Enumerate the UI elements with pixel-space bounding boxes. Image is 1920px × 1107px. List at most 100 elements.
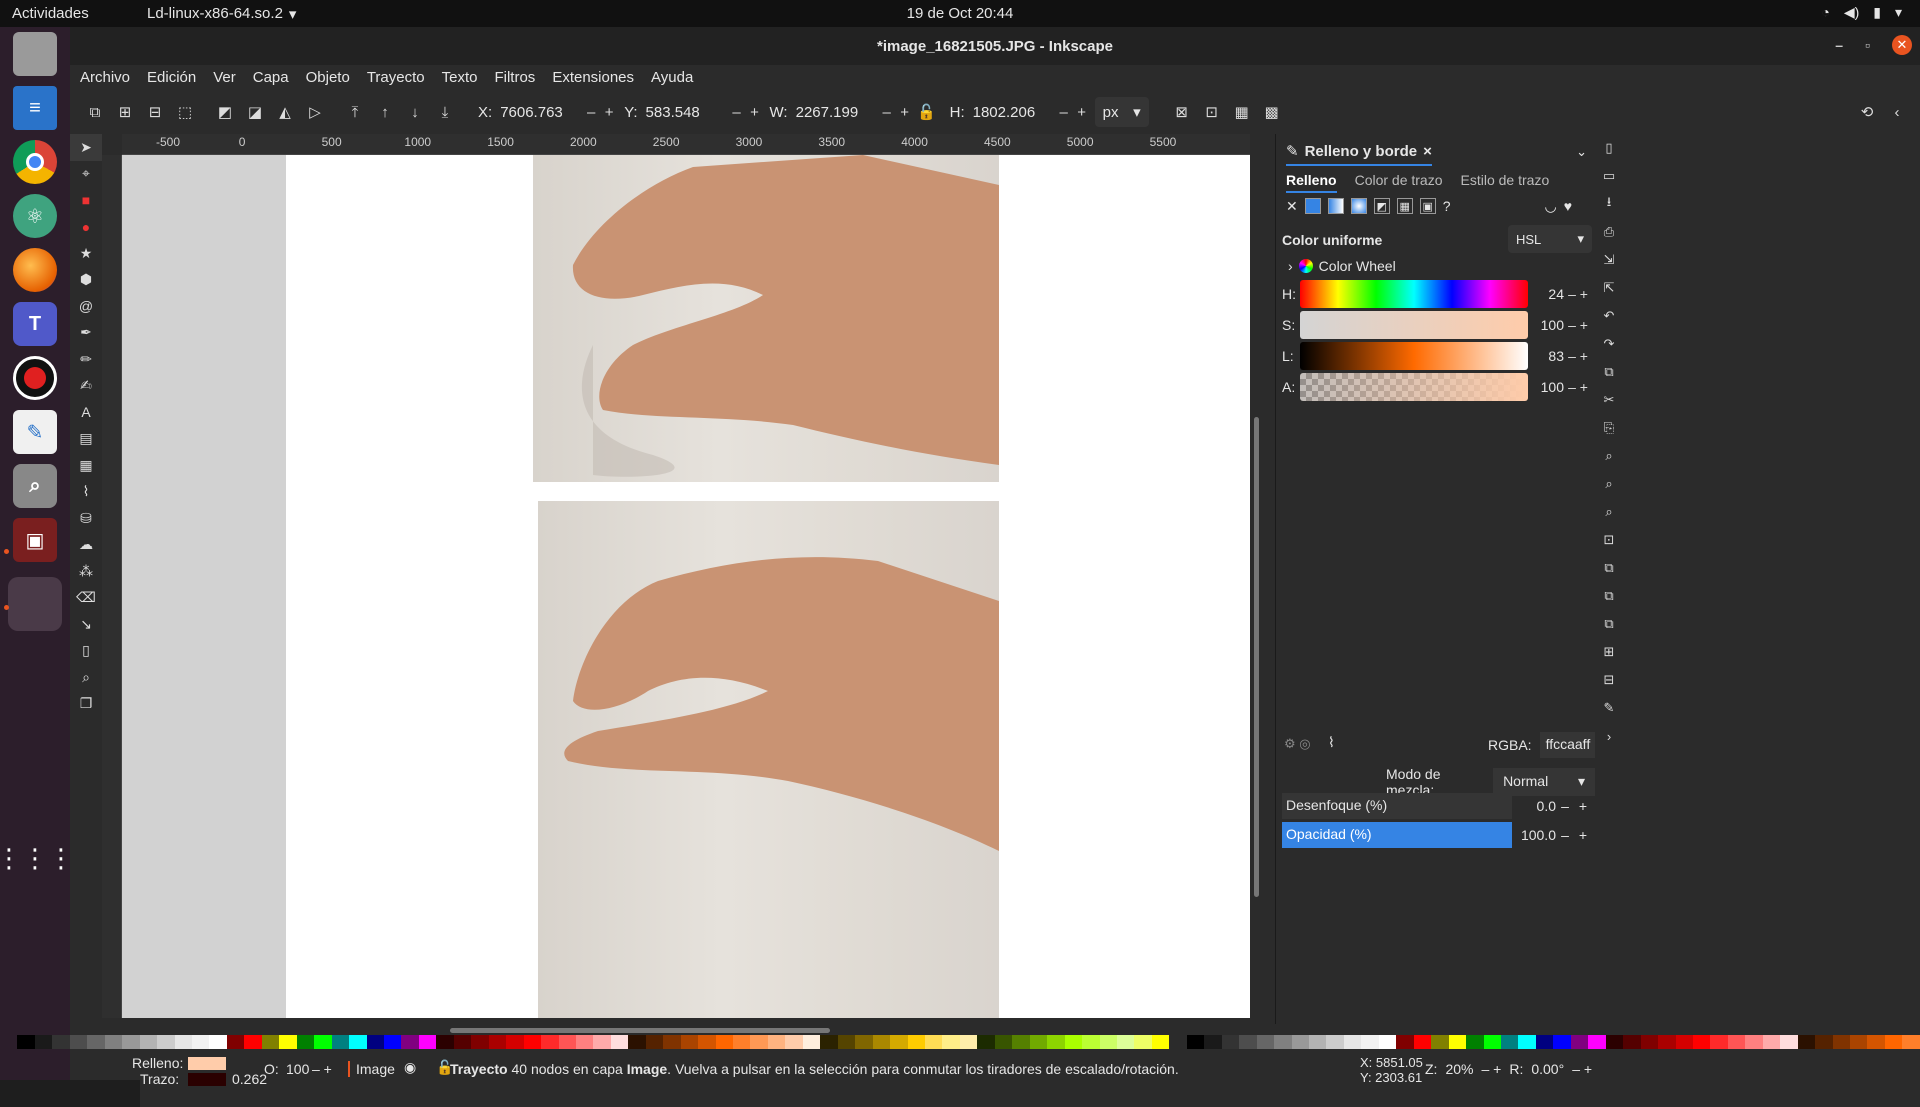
open-file-icon[interactable]: ▭ — [1595, 162, 1623, 190]
print-icon[interactable]: ⎙ — [1595, 218, 1623, 246]
zoom-drawing-icon[interactable]: ⌕ — [1595, 470, 1623, 498]
palette-swatch[interactable] — [139, 1035, 158, 1049]
snap-toggle-icon[interactable]: ⟲ — [1852, 97, 1882, 127]
opacity-status-value[interactable]: 100 — [286, 1061, 309, 1077]
alpha-slider[interactable] — [1300, 373, 1528, 401]
palette-swatch[interactable] — [1675, 1035, 1693, 1049]
node-tool-icon[interactable]: ⌖ — [70, 161, 102, 188]
palette-swatch[interactable] — [1204, 1035, 1222, 1049]
palette-swatch[interactable] — [1605, 1035, 1624, 1049]
selector-tool-icon[interactable]: ➤ — [70, 134, 102, 161]
menu-ver[interactable]: Ver — [213, 69, 236, 86]
stepper-icon[interactable]: – + — [312, 1061, 332, 1077]
horizontal-ruler[interactable]: -500 0 500 1000 1500 2000 2500 3000 3500 4000 4500… — [122, 134, 1250, 155]
palette-swatch[interactable] — [959, 1035, 978, 1049]
fill-swatch[interactable] — [188, 1057, 226, 1070]
palette-swatch[interactable] — [1291, 1035, 1309, 1049]
horizontal-scrollbar[interactable] — [450, 1028, 830, 1033]
fill-rule-evenodd-icon[interactable]: ◡ — [1545, 198, 1557, 215]
canvas[interactable] — [122, 155, 1250, 1018]
palette-swatch[interactable] — [872, 1035, 891, 1049]
palette-swatch[interactable] — [680, 1035, 699, 1049]
palette-swatch[interactable] — [1047, 1035, 1065, 1049]
dock-chrome[interactable] — [8, 135, 62, 189]
w-field[interactable]: W: 2267.199 – + — [770, 104, 912, 121]
dock-screenshot[interactable]: ▣ — [8, 513, 62, 567]
tab-stroke-style[interactable]: Estilo de trazo — [1461, 172, 1550, 193]
dock-anydesk[interactable] — [8, 351, 62, 405]
h-input[interactable]: 1802.206 — [969, 104, 1053, 121]
palette-swatch[interactable] — [34, 1035, 53, 1049]
x-field[interactable]: X: 7606.763 – + — [478, 104, 616, 121]
palette-swatch[interactable] — [977, 1035, 995, 1049]
palette-swatch[interactable] — [1623, 1035, 1641, 1049]
palette-swatch[interactable] — [0, 1035, 17, 1049]
palette-swatch[interactable] — [1640, 1035, 1659, 1049]
saturation-slider[interactable] — [1300, 311, 1528, 339]
palette-swatch[interactable] — [523, 1035, 542, 1049]
menu-texto[interactable]: Texto — [442, 69, 478, 86]
eraser-tool-icon[interactable]: ⌫ — [70, 585, 102, 612]
flat-color-icon[interactable] — [1304, 198, 1321, 214]
palette-swatch[interactable] — [244, 1035, 262, 1049]
decrement-icon[interactable]: – — [880, 104, 894, 121]
palette-swatch[interactable] — [593, 1035, 611, 1049]
palette-swatch[interactable] — [471, 1035, 489, 1049]
palette-swatch[interactable] — [1326, 1035, 1344, 1049]
decrement-icon[interactable]: – — [730, 104, 744, 121]
dock-writer[interactable]: ≡ — [8, 81, 62, 135]
lightness-slider[interactable] — [1300, 342, 1528, 370]
stroke-width[interactable]: 0.262 — [232, 1071, 267, 1087]
fill-rule-nonzero-icon[interactable]: ♥ — [1564, 198, 1572, 215]
palette-swatch[interactable] — [785, 1035, 803, 1049]
palette-swatch[interactable] — [69, 1035, 88, 1049]
panel-tab-fill-stroke[interactable]: ✎ Relleno y borde × — [1286, 142, 1432, 166]
scale-corners-icon[interactable]: ⊡ — [1197, 97, 1227, 127]
increment-icon[interactable]: + — [1574, 827, 1592, 843]
palette-swatch[interactable] — [1343, 1035, 1362, 1049]
palette-swatch[interactable] — [1378, 1035, 1397, 1049]
rgba-input[interactable]: ffccaaff — [1539, 732, 1602, 758]
color-wheel-expander[interactable]: › Color Wheel — [1288, 258, 1396, 274]
zoom-value[interactable]: 20% — [1445, 1061, 1473, 1077]
panel-menu-icon[interactable]: ⌄ — [1576, 144, 1587, 160]
color-palette[interactable] — [0, 1035, 1920, 1051]
palette-swatch[interactable] — [1431, 1035, 1449, 1049]
palette-swatch[interactable] — [314, 1035, 332, 1049]
palette-swatch[interactable] — [1500, 1035, 1519, 1049]
opacity-slider[interactable]: Opacidad (%) — [1282, 822, 1512, 848]
y-field[interactable]: Y: 583.548 – + — [624, 104, 761, 121]
increment-icon[interactable]: + — [1075, 104, 1089, 121]
clone-icon[interactable]: ⧉ — [1595, 582, 1623, 610]
layer-indicator[interactable]: Image — [348, 1061, 395, 1077]
touch-select-icon[interactable]: ⬚ — [170, 97, 200, 127]
saturation-value[interactable]: 100 — [1528, 317, 1564, 333]
h-field[interactable]: H: 1802.206 – + — [950, 104, 1089, 121]
palette-swatch[interactable] — [541, 1035, 559, 1049]
stepper-icon[interactable]: – + — [1564, 379, 1592, 395]
y-input[interactable]: 583.548 — [642, 104, 726, 121]
hand-photo-top[interactable] — [533, 155, 999, 482]
menu-objeto[interactable]: Objeto — [306, 69, 350, 86]
palette-swatch[interactable] — [610, 1035, 629, 1049]
undo-icon[interactable]: ↶ — [1595, 302, 1623, 330]
paint-bucket-tool-icon[interactable]: ⛁ — [70, 505, 102, 532]
zoom-page-icon[interactable]: ⌕ — [1595, 498, 1623, 526]
save-icon[interactable]: ⭳ — [1595, 190, 1623, 218]
palette-swatch[interactable] — [349, 1035, 367, 1049]
palette-swatch[interactable] — [628, 1035, 646, 1049]
palette-swatch[interactable] — [1466, 1035, 1484, 1049]
palette-swatch[interactable] — [122, 1035, 140, 1049]
lightness-value[interactable]: 83 — [1528, 348, 1564, 364]
palette-swatch[interactable] — [1832, 1035, 1851, 1049]
palette-swatch[interactable] — [1256, 1035, 1275, 1049]
copy-icon[interactable]: ⧉ — [1595, 358, 1623, 386]
palette-swatch[interactable] — [1082, 1035, 1100, 1049]
menu-edicion[interactable]: Edición — [147, 69, 196, 86]
decrement-icon[interactable]: – — [1556, 798, 1574, 814]
palette-swatch[interactable] — [733, 1035, 751, 1049]
palette-swatch[interactable] — [837, 1035, 856, 1049]
export-icon[interactable]: ⇱ — [1595, 274, 1623, 302]
close-icon[interactable]: ✕ — [1892, 35, 1912, 55]
dock-atom[interactable]: ⚛ — [8, 189, 62, 243]
